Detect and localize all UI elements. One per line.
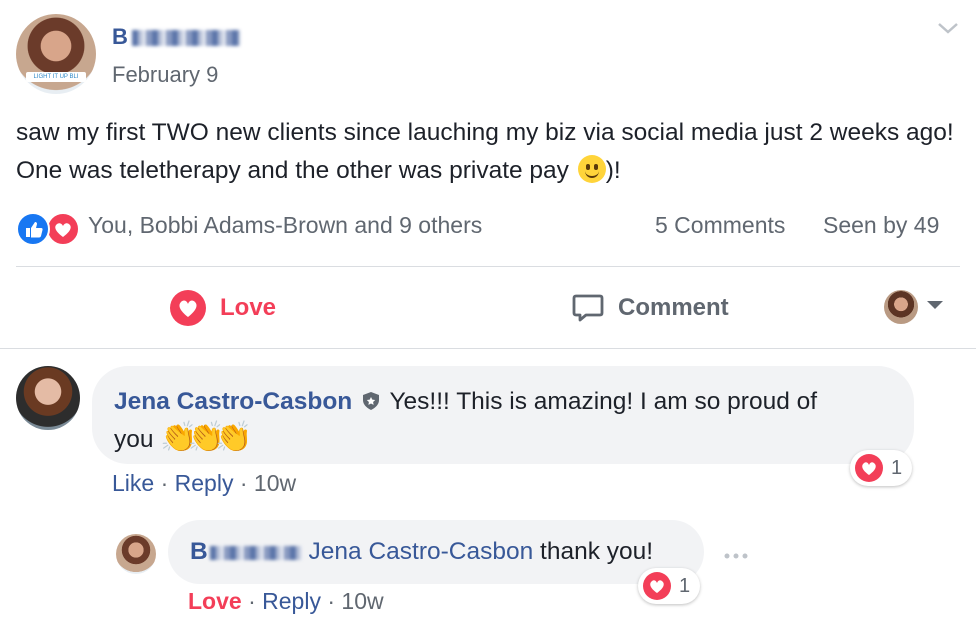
speech-bubble-icon <box>570 290 606 326</box>
separator: · <box>248 588 256 614</box>
commenter-avatar[interactable] <box>16 366 80 430</box>
heart-icon <box>643 572 671 600</box>
smiley-emoji-icon <box>577 155 606 183</box>
seen-by-count[interactable]: Seen by 49 <box>823 212 939 239</box>
comment-body: Jena Castro-Casbon Yes!!! This is amazin… <box>114 384 904 458</box>
post-text: saw my first TWO new clients since lauch… <box>16 119 954 184</box>
comment-timestamp[interactable]: 10w <box>254 470 296 496</box>
heart-icon <box>170 290 206 326</box>
comment-author[interactable]: Jena Castro-Casbon <box>114 388 352 415</box>
comments-count[interactable]: 5 Comments <box>655 212 785 239</box>
comment-reaction-badge[interactable]: 1 <box>850 450 912 486</box>
comment-text: Yes!!! This is amazing! I am so proud of <box>389 388 818 415</box>
comment-button[interactable]: Comment <box>570 286 729 330</box>
reaction-names[interactable]: You, Bobbi Adams-Brown and 9 others <box>88 212 482 239</box>
viewer-avatar <box>884 290 918 324</box>
reply-actions: Love · Reply · 10w <box>188 588 384 615</box>
avatar-banner: LIGHT IT UP BLI <box>26 72 86 82</box>
heart-icon <box>855 454 883 482</box>
post-author-name[interactable]: B <box>112 24 240 50</box>
more-options-icon[interactable] <box>722 548 750 566</box>
divider <box>16 266 960 267</box>
reply-body: B Jena Castro-Casbon thank you! <box>190 538 653 566</box>
comment-button-label: Comment <box>618 294 729 321</box>
reply-author-avatar[interactable] <box>116 534 156 574</box>
divider <box>0 348 976 349</box>
reply-text: thank you! <box>540 538 654 565</box>
love-reply-link[interactable]: Love <box>188 588 242 614</box>
post-date[interactable]: February 9 <box>112 62 218 88</box>
love-button[interactable]: Love <box>170 286 276 330</box>
mention-link[interactable]: Jena Castro-Casbon <box>309 538 534 565</box>
reply-author[interactable]: B <box>190 538 302 565</box>
separator: · <box>327 588 336 614</box>
clapping-hands-emoji-icon: 👏👏👏 <box>160 421 252 454</box>
like-reaction-icon[interactable] <box>16 212 50 246</box>
love-reaction-icon[interactable] <box>46 212 80 246</box>
reply-link[interactable]: Reply <box>175 470 234 496</box>
separator: · <box>239 470 248 496</box>
separator: · <box>160 470 169 496</box>
caret-down-icon <box>926 298 944 316</box>
reply-reaction-badge[interactable]: 1 <box>638 568 700 604</box>
love-button-label: Love <box>220 294 277 321</box>
reaction-selector[interactable] <box>884 290 944 324</box>
admin-shield-icon <box>361 386 381 410</box>
comment-text-line2: you <box>114 426 154 453</box>
reply-timestamp[interactable]: 10w <box>341 588 383 614</box>
comment-actions: Like · Reply · 10w <box>112 470 296 497</box>
reaction-count: 1 <box>891 456 903 479</box>
reaction-count: 1 <box>679 574 691 597</box>
post-author-avatar[interactable]: LIGHT IT UP BLI <box>16 14 96 94</box>
post-options-chevron-icon[interactable] <box>936 20 960 36</box>
like-comment-link[interactable]: Like <box>112 470 154 496</box>
reply-link[interactable]: Reply <box>262 588 321 614</box>
